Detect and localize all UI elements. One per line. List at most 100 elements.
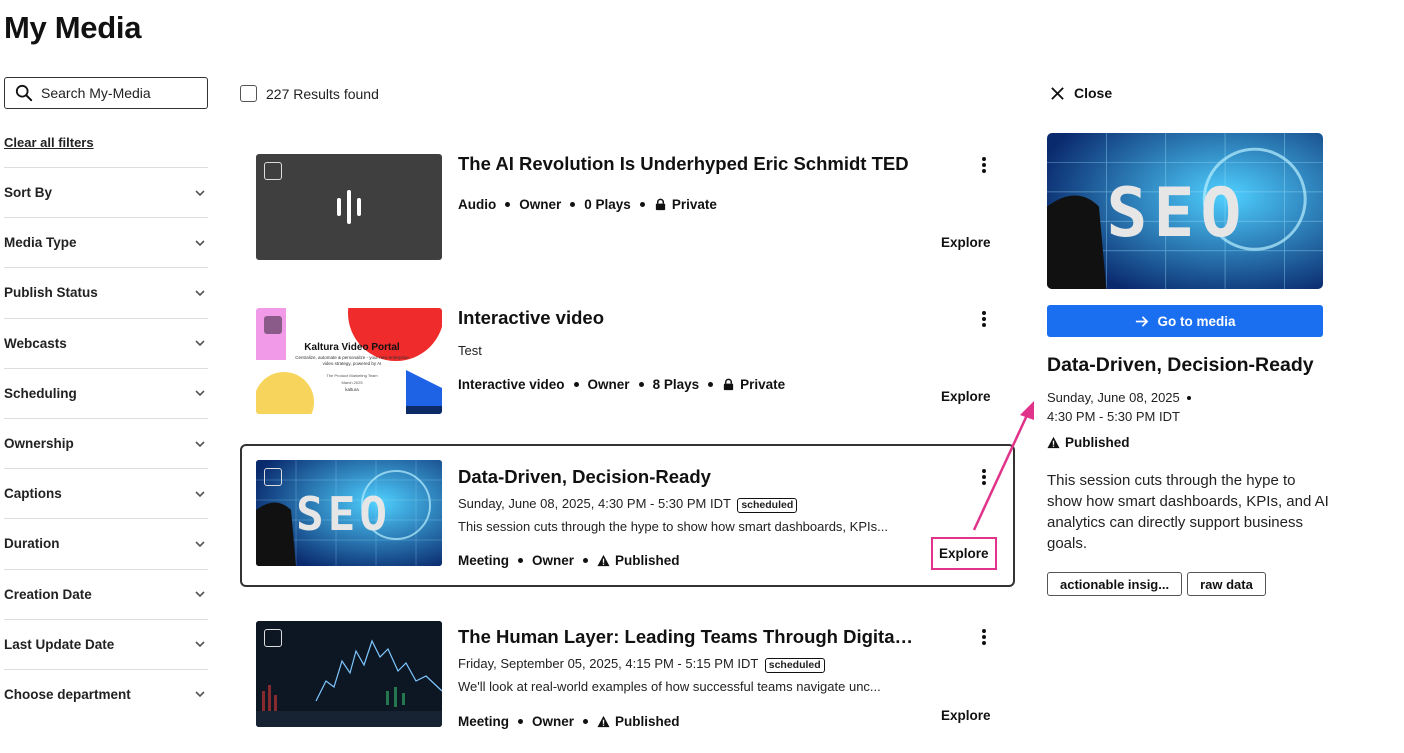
more-options-icon[interactable] — [980, 468, 988, 486]
media-role: Owner — [587, 377, 630, 392]
more-options-icon[interactable] — [980, 310, 988, 328]
more-options-icon[interactable] — [980, 156, 988, 174]
media-date: Friday, September 05, 2025, 4:15 PM - 5:… — [458, 656, 825, 673]
media-meta: Meeting Owner Published — [458, 553, 680, 568]
media-card[interactable]: The Human Layer: Leading Teams Through D… — [240, 613, 1015, 753]
more-options-icon[interactable] — [980, 628, 988, 646]
warning-icon — [597, 715, 610, 728]
filter-label: Duration — [4, 536, 60, 552]
media-description: This session cuts through the hype to sh… — [458, 519, 888, 534]
filter-webcasts[interactable]: Webcasts — [4, 317, 208, 368]
search-input[interactable] — [41, 85, 191, 101]
filter-duration[interactable]: Duration — [4, 518, 208, 568]
filter-last-update-date[interactable]: Last Update Date — [4, 618, 208, 669]
media-card[interactable]: The AI Revolution Is Underhyped Eric Sch… — [240, 146, 1015, 288]
explore-button[interactable]: Explore — [935, 703, 997, 728]
scheduled-badge: scheduled — [764, 658, 825, 673]
arrow-right-icon — [1136, 315, 1149, 327]
explore-button[interactable]: Explore — [935, 230, 997, 255]
clear-all-filters-link[interactable]: Clear all filters — [4, 135, 94, 150]
page-title: My Media — [4, 10, 142, 45]
chevron-down-icon — [195, 691, 205, 698]
filter-label: Creation Date — [4, 586, 92, 602]
chevron-down-icon — [195, 240, 205, 246]
media-select-checkbox[interactable] — [264, 468, 282, 486]
media-date-text: Friday, September 05, 2025, 4:15 PM - 5:… — [458, 656, 759, 671]
select-all-checkbox[interactable] — [240, 85, 257, 102]
filter-label: Webcasts — [4, 335, 67, 351]
media-subtitle: Test — [458, 343, 482, 358]
chevron-down-icon — [195, 290, 205, 297]
media-card[interactable]: Kaltura Video Portal Centralize, automat… — [240, 300, 1015, 442]
media-thumbnail[interactable] — [256, 154, 442, 260]
close-icon — [1051, 86, 1064, 100]
filter-choose-department[interactable]: Choose department — [4, 668, 208, 719]
go-to-media-button[interactable]: Go to media — [1047, 305, 1323, 337]
media-thumbnail[interactable]: SEO — [256, 460, 442, 566]
kaltura-logo: kaltura — [345, 387, 359, 392]
svg-text:SEO: SEO — [296, 487, 391, 541]
tag-list: actionable insig... raw data — [1047, 572, 1266, 596]
media-meta: Meeting Owner Published — [458, 714, 680, 729]
tag-chip[interactable]: actionable insig... — [1047, 572, 1183, 596]
chevron-down-icon — [195, 340, 205, 347]
media-thumbnail[interactable] — [256, 621, 442, 727]
media-select-checkbox[interactable] — [264, 162, 282, 180]
media-role: Owner — [532, 714, 575, 729]
explore-button[interactable]: Explore — [931, 537, 997, 570]
media-type: Meeting — [458, 553, 510, 568]
chevron-down-icon — [195, 591, 205, 598]
media-date: Sunday, June 08, 2025, 4:30 PM - 5:30 PM… — [458, 496, 798, 513]
explore-button[interactable]: Explore — [935, 384, 997, 409]
filter-creation-date[interactable]: Creation Date — [4, 568, 208, 619]
lock-icon — [723, 378, 734, 391]
results-header: 227 Results found — [240, 85, 379, 102]
tag-chip[interactable]: raw data — [1187, 572, 1266, 596]
results-count: 227 Results found — [266, 85, 379, 102]
media-select-checkbox[interactable] — [264, 629, 282, 647]
scheduled-badge: scheduled — [737, 498, 798, 513]
media-thumbnail[interactable]: Kaltura Video Portal Centralize, automat… — [256, 308, 442, 414]
filter-label: Publish Status — [4, 285, 98, 301]
media-status: Published — [615, 714, 680, 729]
filter-media-type[interactable]: Media Type — [4, 217, 208, 267]
media-card-selected[interactable]: SEO Data-Driven, Decision-Ready Sunday, … — [240, 444, 1015, 587]
filter-captions[interactable]: Captions — [4, 468, 208, 518]
media-title[interactable]: Data-Driven, Decision-Ready — [458, 466, 918, 488]
panel-status: Published — [1047, 435, 1130, 450]
media-plays: 0 Plays — [584, 197, 631, 212]
close-panel-button[interactable]: Close — [1050, 85, 1112, 101]
svg-text:SEO: SEO — [1106, 174, 1247, 253]
chevron-down-icon — [195, 440, 205, 447]
stock-chart-thumbnail-art — [256, 621, 442, 727]
filter-publish-status[interactable]: Publish Status — [4, 267, 208, 317]
filter-ownership[interactable]: Ownership — [4, 417, 208, 468]
media-date-text: Sunday, June 08, 2025, 4:30 PM - 5:30 PM… — [458, 496, 731, 511]
filter-label: Ownership — [4, 436, 74, 452]
media-title[interactable]: The Human Layer: Leading Teams Through D… — [458, 626, 918, 648]
media-description: We'll look at real-world examples of how… — [458, 679, 881, 694]
warning-icon — [597, 554, 610, 567]
media-type: Interactive video — [458, 377, 565, 392]
close-label: Close — [1074, 85, 1113, 101]
panel-thumbnail: SEO — [1047, 133, 1323, 289]
panel-date: Sunday, June 08, 2025 4:30 PM - 5:30 PM … — [1047, 388, 1307, 426]
filter-sort-by[interactable]: Sort By — [4, 167, 208, 217]
media-role: Owner — [519, 197, 562, 212]
seo-thumbnail-art: SEO — [1047, 133, 1323, 289]
search-box[interactable] — [4, 77, 208, 109]
media-select-checkbox[interactable] — [264, 316, 282, 334]
media-type: Meeting — [458, 714, 510, 729]
chevron-down-icon — [195, 491, 205, 497]
media-privacy: Private — [740, 377, 786, 392]
filter-scheduling[interactable]: Scheduling — [4, 367, 208, 418]
filter-label: Captions — [4, 486, 62, 502]
lock-icon — [655, 198, 665, 211]
filter-label: Scheduling — [4, 385, 77, 401]
panel-title: Data-Driven, Decision-Ready — [1047, 354, 1314, 376]
media-title[interactable]: Interactive video — [458, 307, 918, 329]
chevron-down-icon — [195, 190, 205, 196]
media-title[interactable]: The AI Revolution Is Underhyped Eric Sch… — [458, 153, 918, 175]
audio-waveform-icon — [337, 190, 361, 224]
chevron-down-icon — [195, 541, 205, 548]
